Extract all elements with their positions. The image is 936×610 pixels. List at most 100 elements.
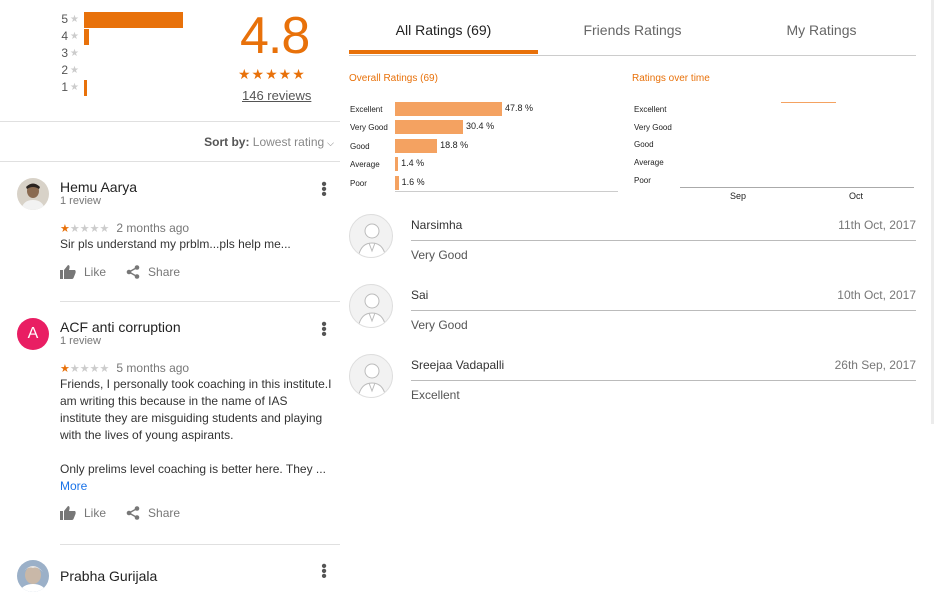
- star-icon: ★: [60, 363, 70, 375]
- default-avatar-icon: [349, 354, 393, 398]
- star-icon: ★: [70, 30, 79, 42]
- thumb-up-icon: [60, 506, 76, 520]
- friend-rating-date: 11th Oct, 2017: [838, 218, 916, 232]
- share-button[interactable]: Share: [126, 506, 180, 520]
- friend-rating-value: Excellent: [411, 388, 460, 402]
- friend-name: Sai: [411, 288, 429, 302]
- rating-trend-line: [781, 102, 836, 103]
- reviewer-name[interactable]: Hemu Aarya: [60, 179, 137, 195]
- histogram-row-3: 3 ★: [60, 46, 82, 60]
- category-label: Poor: [634, 176, 651, 185]
- like-label: Like: [84, 265, 107, 279]
- histogram-row-4: 4 ★: [60, 29, 90, 45]
- tab-friends-ratings[interactable]: Friends Ratings: [538, 22, 727, 38]
- chart-axis: [395, 191, 618, 192]
- reviewer-review-count: 1 review: [60, 335, 101, 347]
- x-tick-label: Oct: [849, 191, 864, 201]
- category-label: Very Good: [350, 123, 388, 132]
- reviewer-name[interactable]: ACF anti corruption: [60, 319, 181, 335]
- rating-summary: 5 ★ 4 ★ 3 ★ 2 ★ 1 ★ 4.8 ★★★★★ 146 review…: [0, 0, 340, 122]
- avatar[interactable]: [17, 178, 49, 210]
- star-icon: ★: [70, 47, 79, 59]
- histogram-label: 5: [61, 12, 68, 26]
- thumb-up-icon: [60, 265, 76, 279]
- bar-value-label: 1.4 %: [401, 158, 425, 168]
- category-label: Excellent: [634, 105, 667, 114]
- histogram-bar: [84, 80, 88, 96]
- sort-value: Lowest rating: [252, 135, 325, 149]
- sort-dropdown[interactable]: Sort by: Lowest rating ⌵: [204, 135, 334, 149]
- x-tick-label: Sep: [730, 191, 747, 201]
- friend-rating-date: 26th Sep, 2017: [834, 358, 916, 372]
- scrollbar[interactable]: [931, 0, 934, 424]
- like-button[interactable]: Like: [60, 265, 106, 279]
- review-card: Hemu Aarya 1 review • • • ★★★★★ 2 months a…: [0, 176, 340, 302]
- rating-bar: [395, 157, 399, 171]
- average-stars: ★★★★★: [238, 66, 306, 82]
- more-vert-icon[interactable]: • • •: [320, 317, 328, 343]
- star-icon: ★: [70, 81, 79, 93]
- bar-value-label: 1.6 %: [401, 177, 425, 187]
- tab-my-ratings[interactable]: My Ratings: [727, 22, 916, 38]
- friend-rating-item[interactable]: Narsimha 11th Oct, 2017 Very Good: [349, 214, 916, 284]
- review-text-continued: Only prelims level coaching is better he…: [60, 462, 326, 476]
- histogram-row-5: 5 ★: [60, 12, 184, 28]
- friend-name: Sreejaa Vadapalli: [411, 358, 505, 372]
- friend-rating-date: 10th Oct, 2017: [837, 288, 916, 302]
- overall-ratings-title: Overall Ratings (69): [349, 73, 438, 84]
- star-icon: ★★★★: [69, 223, 110, 235]
- category-label: Good: [634, 140, 654, 149]
- histogram-bar: [84, 29, 90, 45]
- friend-rating-value: Very Good: [411, 248, 468, 262]
- review-date: 5 months ago: [116, 361, 190, 375]
- bar-value-label: 47.8 %: [505, 103, 534, 113]
- avatar[interactable]: A: [17, 318, 49, 350]
- friend-rating-item[interactable]: Sreejaa Vadapalli 26th Sep, 2017 Excelle…: [349, 354, 916, 424]
- more-vert-icon[interactable]: • • •: [320, 177, 328, 203]
- divider: [411, 310, 916, 311]
- friend-name: Narsimha: [411, 218, 463, 232]
- sort-label: Sort by:: [204, 135, 250, 149]
- default-avatar-icon: [349, 284, 393, 328]
- rating-bar: [395, 120, 464, 134]
- review-stars: ★★★★★ 5 months ago: [60, 361, 189, 375]
- reviewer-review-count: 1 review: [60, 195, 101, 207]
- review-text: Friends, I personally took coaching in t…: [60, 377, 332, 442]
- sort-bar: Sort by: Lowest rating ⌵: [0, 122, 340, 162]
- ratings-over-time-title: Ratings over time: [632, 73, 710, 84]
- chevron-down-icon: ⌵: [327, 138, 334, 148]
- star-icon: ★: [70, 64, 79, 76]
- friend-rating-item[interactable]: Sai 10th Oct, 2017 Very Good: [349, 284, 916, 354]
- like-label: Like: [84, 506, 107, 520]
- more-link[interactable]: More: [60, 479, 87, 493]
- review-count-link[interactable]: 146 reviews: [242, 88, 311, 103]
- reviews-panel: 5 ★ 4 ★ 3 ★ 2 ★ 1 ★ 4.8 ★★★★★ 146 review…: [0, 0, 340, 610]
- tab-all-ratings[interactable]: All Ratings (69): [349, 22, 538, 38]
- bar-value-label: 30.4 %: [466, 121, 495, 131]
- user-photo-icon: [17, 178, 49, 210]
- category-label: Poor: [350, 179, 367, 188]
- share-label: Share: [148, 265, 181, 279]
- divider: [60, 301, 340, 302]
- histogram-bar: [84, 12, 184, 28]
- rating-bar: [395, 102, 502, 116]
- star-icon: ★: [70, 13, 79, 25]
- share-button[interactable]: Share: [126, 265, 180, 279]
- more-vert-icon[interactable]: • • •: [320, 559, 328, 585]
- avatar[interactable]: [17, 560, 49, 592]
- category-label: Excellent: [350, 105, 383, 114]
- like-button[interactable]: Like: [60, 506, 106, 520]
- histogram-row-1: 1 ★: [60, 80, 88, 96]
- average-rating: 4.8: [240, 7, 310, 65]
- divider: [60, 544, 340, 545]
- star-icon: ★: [60, 223, 70, 235]
- reviewer-name[interactable]: Prabha Gurijala: [60, 568, 157, 584]
- histogram-label: 3: [61, 46, 68, 60]
- category-label: Average: [634, 158, 664, 167]
- user-photo-icon: [17, 560, 49, 592]
- category-label: Very Good: [634, 123, 672, 132]
- review-actions: Like Share: [60, 265, 200, 279]
- rating-bar: [395, 139, 438, 153]
- star-icon: ★★★★: [69, 363, 110, 375]
- share-label: Share: [148, 506, 181, 520]
